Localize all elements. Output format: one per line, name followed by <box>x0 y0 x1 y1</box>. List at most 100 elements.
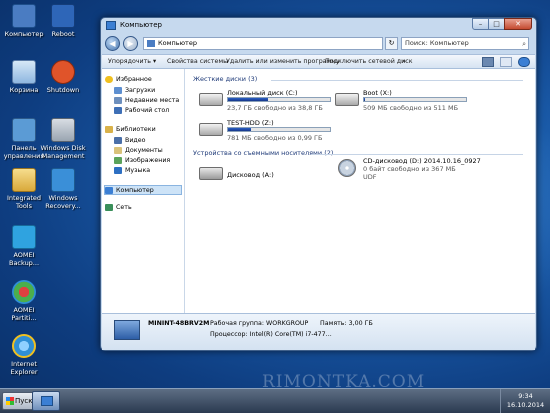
hard-disk-icon <box>199 93 223 106</box>
group-divider <box>271 80 523 81</box>
hard-disk-icon <box>335 93 359 106</box>
title-bar[interactable]: Компьютер – □ ✕ <box>101 18 536 34</box>
control-panel-icon <box>12 118 36 142</box>
computer-icon <box>147 40 155 47</box>
aomei-backupper-icon <box>12 225 36 249</box>
start-label: Пуск <box>15 397 33 405</box>
desktop-icon-reboot[interactable]: Reboot <box>40 4 86 38</box>
address-bar[interactable]: Компьютер <box>143 37 383 50</box>
nav-desktop[interactable]: Рабочий стол <box>114 106 169 116</box>
clock-time: 9:34 <box>518 392 533 400</box>
nav-video[interactable]: Видео <box>114 136 146 146</box>
hard-disk-icon <box>199 123 223 136</box>
desktop-icon-label: Internet Explorer <box>10 360 38 376</box>
nav-computer[interactable]: Компьютер <box>104 185 182 195</box>
map-network-drive-button[interactable]: Подключить сетевой диск <box>325 55 413 68</box>
folder-icon <box>12 168 36 192</box>
recycle-bin-icon <box>12 60 36 84</box>
nav-music[interactable]: Музыка <box>114 166 150 176</box>
documents-icon <box>114 146 122 154</box>
computer-icon <box>106 21 116 30</box>
drive-name: TEST-HDD (Z:) <box>227 119 274 127</box>
video-icon <box>114 136 122 144</box>
nav-favorites[interactable]: Избранное <box>105 75 152 85</box>
reboot-icon <box>51 4 75 28</box>
disk-management-icon <box>51 118 75 142</box>
drive-usage-fill <box>364 98 366 101</box>
address-text: Компьютер <box>158 39 197 47</box>
desktop-icon-internet-explorer[interactable]: Internet Explorer <box>1 334 47 376</box>
images-icon <box>114 156 122 164</box>
nav-label: Библиотеки <box>116 126 156 133</box>
desktop: Компьютер Reboot Корзина Shutdown Панель… <box>0 0 550 413</box>
desktop-icon-label: AOMEI Partiti... <box>11 306 37 322</box>
drive-name: Boot (X:) <box>363 89 392 97</box>
maximize-button[interactable]: □ <box>488 18 505 30</box>
taskbar: Пуск 9:34 16.10.2014 <box>0 388 550 413</box>
system-properties-button[interactable]: Свойства системы <box>167 55 228 68</box>
drive-usage-fill <box>228 128 252 131</box>
uninstall-program-button[interactable]: Удалить или изменить программу <box>226 55 340 68</box>
nav-libraries[interactable]: Библиотеки <box>105 125 156 135</box>
drive-z[interactable]: TEST-HDD (Z:) 781 МБ свободно из 0,99 ГБ <box>199 119 339 145</box>
nav-label: Рабочий стол <box>125 107 170 114</box>
nav-documents[interactable]: Документы <box>114 146 163 156</box>
nav-label: Избранное <box>116 76 152 83</box>
desktop-icon-label: Windows Disk Management <box>40 144 86 160</box>
nav-downloads[interactable]: Загрузки <box>114 86 155 96</box>
nav-label: Компьютер <box>116 187 154 194</box>
drives-view: Жесткие диски (3) Локальный диск (C:) 23… <box>187 69 535 313</box>
nav-label: Документы <box>125 147 163 154</box>
music-icon <box>114 166 122 174</box>
organize-button[interactable]: Упорядочить ▾ <box>108 55 156 68</box>
more-commands-button[interactable]: » <box>402 55 406 68</box>
internet-explorer-icon <box>12 334 36 358</box>
forward-button[interactable]: ▶ <box>123 36 138 51</box>
windows-recovery-icon <box>51 168 75 192</box>
system-clock[interactable]: 9:34 16.10.2014 <box>500 389 550 413</box>
explorer-window: Компьютер – □ ✕ ◀ ▶ Компьютер ↻ Поиск: К… <box>100 17 537 351</box>
nav-network[interactable]: Сеть <box>105 203 132 213</box>
details-pane: MININT-48BRV2M Рабочая группа: WORKGROUP… <box>102 313 535 350</box>
minimize-button[interactable]: – <box>472 18 489 30</box>
command-bar: Упорядочить ▾ Свойства системы Удалить и… <box>102 54 535 69</box>
desktop-icon-disk-management[interactable]: Windows Disk Management <box>40 118 86 160</box>
close-button[interactable]: ✕ <box>504 18 532 30</box>
desktop-icon-aomei-backupper[interactable]: AOMEI Backup... <box>1 225 47 267</box>
desktop-icon-shutdown[interactable]: Shutdown <box>40 60 86 94</box>
refresh-button[interactable]: ↻ <box>385 37 398 50</box>
desktop-icon-aomei-partition[interactable]: AOMEI Partiti... <box>1 280 47 322</box>
view-options-icon[interactable] <box>482 57 494 67</box>
taskbar-explorer-button[interactable] <box>32 391 60 411</box>
search-icon: ⌕ <box>522 40 526 48</box>
group-hard-disks[interactable]: Жесткие диски (3) <box>193 75 523 85</box>
window-controls: – □ ✕ <box>472 18 532 30</box>
aomei-partition-icon <box>12 280 36 304</box>
drive-c[interactable]: Локальный диск (C:) 23,7 ГБ свободно из … <box>199 89 339 115</box>
computer-icon <box>105 186 113 194</box>
drive-free-space: 23,7 ГБ свободно из 38,8 ГБ <box>227 104 323 112</box>
search-input[interactable]: Поиск: Компьютер ⌕ <box>401 37 529 50</box>
preview-pane-icon[interactable] <box>500 57 512 67</box>
drive-d[interactable]: CD-дисковод (D:) 2014.10.16_0927 0 байт … <box>335 157 515 183</box>
nav-images[interactable]: Изображения <box>114 156 170 166</box>
nav-recent[interactable]: Недавние места <box>114 96 179 106</box>
drive-x[interactable]: Boot (X:) 509 МБ свободно из 511 МБ <box>335 89 475 115</box>
drive-a[interactable]: Дисковод (A:) <box>199 163 339 189</box>
computer-icon <box>41 396 53 406</box>
help-icon[interactable] <box>518 57 530 67</box>
nav-label: Сеть <box>116 204 132 211</box>
star-icon <box>105 75 113 83</box>
recent-places-icon <box>114 96 122 104</box>
libraries-icon <box>105 125 113 133</box>
drive-name: Дисковод (A:) <box>227 171 274 179</box>
nav-label: Видео <box>125 137 146 144</box>
desktop-icon-windows-recovery[interactable]: Windows Recovery... <box>40 168 86 210</box>
group-header: Устройства со съемными носителями (2) <box>193 149 334 157</box>
computer-icon <box>12 4 36 28</box>
drive-usage-bar <box>227 127 331 132</box>
back-button[interactable]: ◀ <box>105 36 120 51</box>
content-area: Избранное Загрузки Недавние места Рабочи… <box>102 69 535 313</box>
drive-usage-fill <box>228 98 268 101</box>
floppy-drive-icon <box>199 167 223 180</box>
